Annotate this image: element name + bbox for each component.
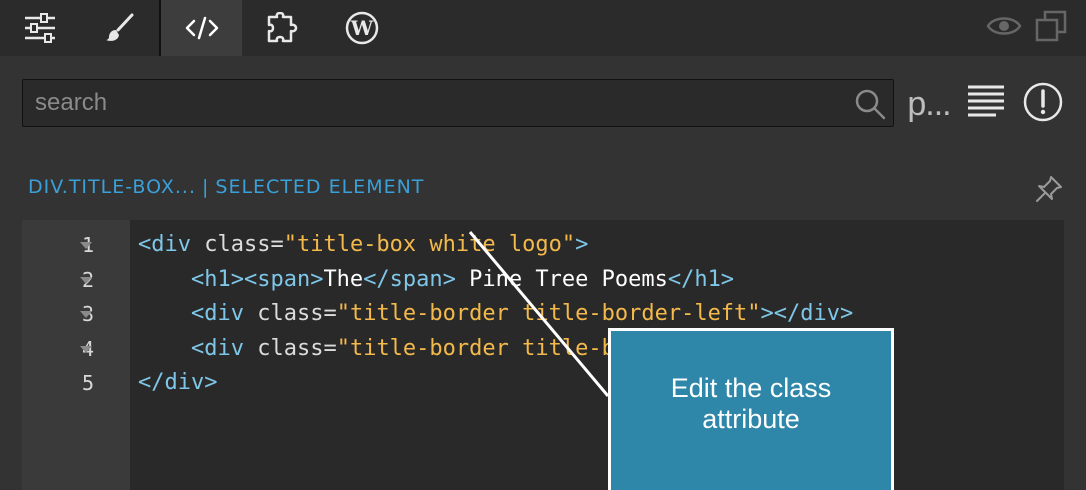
warning-icon [1022, 81, 1064, 128]
code-token-text: Pine Tree Poems [455, 266, 668, 292]
search-input[interactable] [23, 80, 843, 126]
code-token-tag: <div [138, 232, 205, 257]
puzzle-icon [266, 12, 298, 44]
code-line[interactable]: <h1><span>The</span> Pine Tree Poems</h1… [138, 263, 734, 297]
wordpress-icon: W [345, 11, 379, 45]
code-token-tag: </span> [363, 266, 456, 292]
code-token-tag: <h1><span> [190, 266, 324, 292]
duplicate-icon [1034, 9, 1068, 48]
callout-box: Edit the class attribute [608, 328, 894, 490]
style-tab[interactable] [80, 0, 159, 56]
p-button-label: p... [907, 84, 951, 123]
code-token-tag: </div> [138, 370, 218, 395]
breadcrumb-mode[interactable]: SELECTED ELEMENT [215, 176, 424, 198]
code-token-text: The [323, 266, 364, 292]
code-token-str: "title-border title-border-left" [336, 301, 761, 326]
duplicate-button[interactable] [1034, 0, 1068, 56]
settings-tab[interactable] [0, 0, 80, 56]
code-token-attr: class= [204, 232, 284, 257]
line-number: 5 [81, 371, 94, 395]
fold-arrow-icon[interactable] [80, 345, 92, 353]
p-button[interactable]: p... [906, 80, 952, 128]
code-line[interactable]: </div> [138, 366, 217, 400]
breadcrumb: DIV.TITLE-BOX... | SELECTED ELEMENT [28, 176, 424, 198]
wordpress-tab[interactable]: W [322, 0, 402, 56]
code-line[interactable]: <div class="title-box white logo"> [138, 228, 588, 262]
code-token-tag: <div [190, 335, 258, 361]
code-token-attr: class= [257, 301, 337, 326]
warnings-button[interactable] [1020, 80, 1066, 128]
fold-arrow-icon[interactable] [80, 311, 92, 318]
code-line[interactable]: <div class="title-border title-border-le… [138, 297, 853, 331]
code-token-tag: > [575, 232, 589, 257]
preview-button[interactable] [986, 0, 1022, 56]
components-tab[interactable] [242, 0, 322, 56]
breadcrumb-separator: | [201, 176, 210, 198]
top-toolbar: W [0, 0, 1086, 56]
code-token-tag: ></div> [760, 301, 854, 326]
breadcrumb-element[interactable]: DIV.TITLE-BOX... [28, 176, 196, 198]
line-gutter: 12345 [22, 220, 130, 490]
code-token-str: "title-box white logo" [283, 232, 576, 257]
code-token-tag: <div [190, 301, 258, 326]
svg-text:W: W [350, 16, 374, 40]
pin-button[interactable] [1034, 174, 1064, 209]
code-tab[interactable] [161, 0, 242, 56]
callout-text: Edit the class attribute [670, 373, 832, 434]
search-box [22, 79, 894, 127]
brush-icon [105, 13, 135, 43]
lines-icon [966, 84, 1006, 125]
fold-arrow-icon[interactable] [80, 242, 92, 249]
code-icon [185, 15, 219, 41]
code-editor[interactable]: 12345 <div class="title-box white logo">… [22, 220, 1064, 490]
fold-arrow-icon[interactable] [80, 276, 92, 284]
pin-icon [1034, 176, 1064, 208]
eye-icon [986, 14, 1022, 43]
sliders-icon [23, 11, 57, 45]
code-token-tag: </h1> [667, 266, 735, 292]
code-token-attr: class= [257, 335, 337, 361]
search-icon[interactable] [853, 87, 887, 126]
format-button[interactable] [964, 80, 1008, 128]
